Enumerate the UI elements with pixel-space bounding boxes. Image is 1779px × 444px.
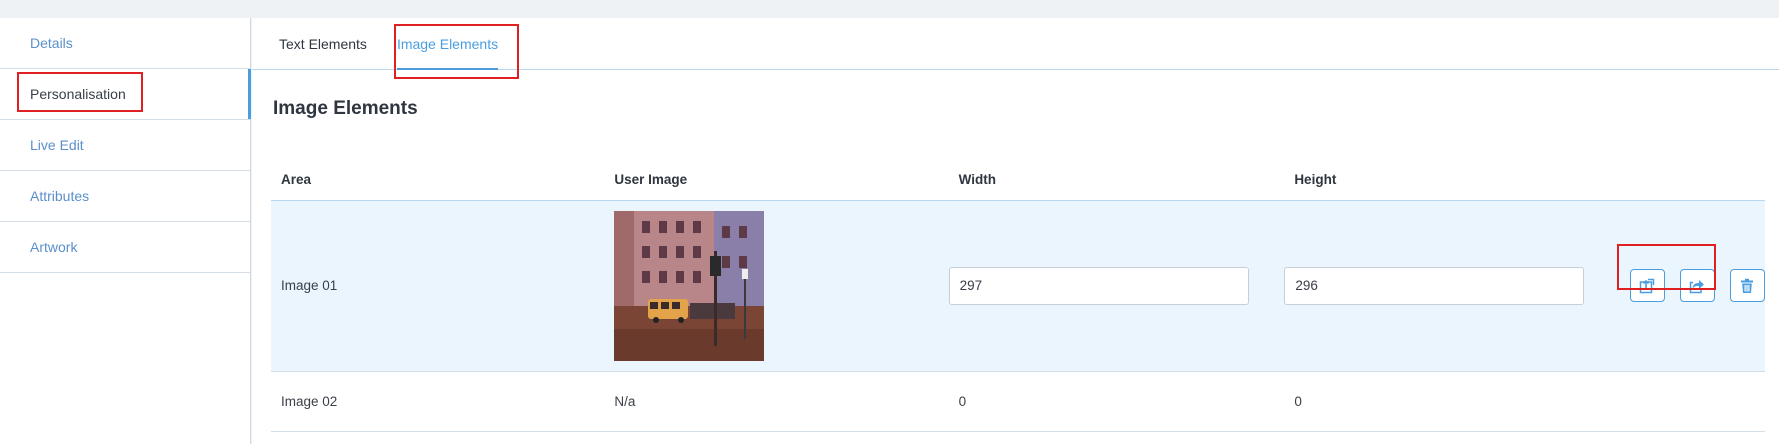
sidebar-item-personalisation[interactable]: Personalisation: [0, 69, 251, 120]
width-input[interactable]: [948, 266, 1249, 305]
header-actions: [1619, 160, 1765, 201]
table-row: Image 02 N/a 0 0: [271, 371, 1765, 432]
sidebar-item-artwork[interactable]: Artwork: [0, 222, 250, 273]
cell-actions: [1619, 200, 1765, 372]
table-row: Image 01: [271, 200, 1765, 372]
share-icon: [1690, 279, 1705, 293]
sidebar-item-attributes[interactable]: Attributes: [0, 171, 250, 222]
sidebar-item-label: Details: [30, 35, 73, 51]
sidebar-item-live-edit[interactable]: Live Edit: [0, 120, 250, 171]
cell-width: 0: [948, 371, 1285, 432]
sidebar-item-label: Live Edit: [30, 137, 84, 153]
cell-user-image: N/a: [604, 371, 949, 432]
tab-label: Text Elements: [279, 36, 367, 52]
tab-text-elements[interactable]: Text Elements: [279, 18, 367, 70]
main-panel: Text Elements Image Elements Image Eleme…: [252, 18, 1779, 444]
cell-area: Image 01: [271, 200, 605, 372]
tab-image-elements[interactable]: Image Elements: [396, 18, 499, 70]
upload-icon: [1640, 278, 1655, 293]
header-area: Area: [271, 160, 605, 201]
trash-icon: [1741, 278, 1754, 293]
sidebar-item-details[interactable]: Details: [0, 18, 250, 69]
header-user-image: User Image: [604, 160, 949, 201]
header-height: Height: [1284, 160, 1620, 201]
upload-button[interactable]: [1629, 269, 1665, 302]
table-header-row: Area User Image Width Height: [271, 160, 1765, 201]
cell-height: 0: [1284, 371, 1620, 432]
sidebar-item-label: Personalisation: [30, 86, 126, 102]
tab-label: Image Elements: [396, 36, 499, 52]
row-actions: [1629, 269, 1765, 302]
delete-button[interactable]: [1729, 269, 1765, 302]
section-title: Image Elements: [273, 98, 418, 119]
sidebar: Details Personalisation Live Edit Attrib…: [0, 18, 251, 444]
tab-bar: Text Elements Image Elements: [252, 18, 1779, 70]
user-image-thumbnail: [614, 210, 765, 361]
cell-area: Image 02: [271, 371, 605, 432]
image-elements-table: Area User Image Width Height Image 01 29…: [271, 160, 1765, 432]
sidebar-item-label: Attributes: [30, 188, 90, 204]
cell-width: [948, 200, 1285, 372]
height-input[interactable]: [1284, 266, 1585, 305]
header-width: Width: [948, 160, 1285, 201]
share-button[interactable]: [1679, 269, 1715, 302]
sidebar-item-label: Artwork: [30, 239, 78, 255]
cell-height: [1284, 200, 1620, 372]
cell-actions: [1619, 371, 1765, 432]
cell-user-image: [604, 200, 949, 372]
